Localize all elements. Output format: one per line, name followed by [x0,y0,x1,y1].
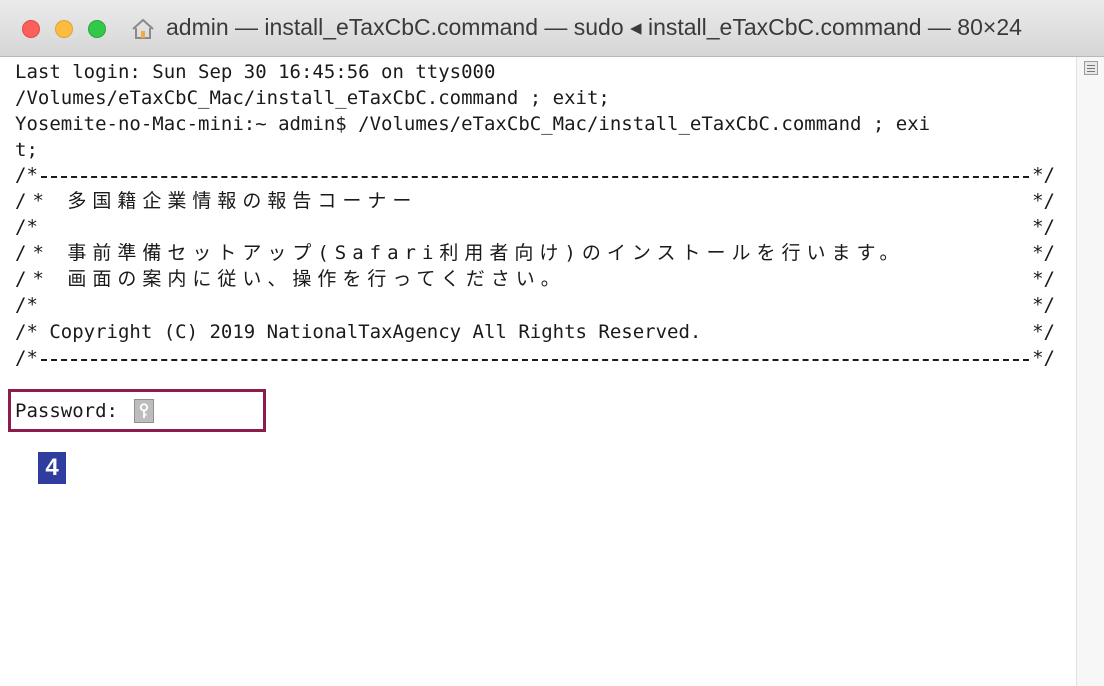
vertical-scrollbar[interactable] [1076,57,1104,686]
banner-rule-end: */ [1032,164,1055,186]
banner-rule-start: /* [15,347,38,369]
banner-line-end: */ [1032,190,1055,212]
banner-bottom-rule: /* */ [15,346,1055,370]
zoom-button[interactable] [88,20,106,38]
terminal-line: Last login: Sun Sep 30 16:45:56 on ttys0… [15,61,496,83]
banner-line-end: */ [1032,216,1055,238]
title-bar[interactable]: admin — install_eTaxCbC.command — sudo ◂… [0,0,1104,57]
banner-dash-rule [41,359,1029,361]
banner-line-setup: /* 事前準備セットアップ(Safari利用者向け)のインストールを行います。 … [15,241,1055,265]
scroll-lines-icon[interactable] [1084,61,1098,75]
password-prompt: Password: [15,400,118,422]
banner-line-guide: /* 画面の案内に従い、操作を行ってください。 */ [15,267,1055,291]
banner-line-end: */ [1032,321,1055,343]
banner-blank-text: /* [15,216,38,238]
banner-line-end: */ [1032,242,1055,264]
close-button[interactable] [22,20,40,38]
terminal-line: /Volumes/eTaxCbC_Mac/install_eTaxCbC.com… [15,87,610,109]
window-title: admin — install_eTaxCbC.command — sudo ◂… [166,14,1022,40]
banner-line-end: */ [1032,268,1055,290]
banner-guide-text: /* 画面の案内に従い、操作を行ってください。 [15,268,566,290]
terminal-window: admin — install_eTaxCbC.command — sudo ◂… [0,0,1104,686]
banner-rule-end: */ [1032,347,1055,369]
banner-copyright-text: /* Copyright (C) 2019 NationalTaxAgency … [15,321,702,343]
banner-line-blank: /* */ [15,215,1055,239]
minimize-button[interactable] [55,20,73,38]
key-icon[interactable] [134,399,154,423]
banner-line-copyright: /* Copyright (C) 2019 NationalTaxAgency … [15,320,1055,344]
banner-blank-text: /* [15,294,38,316]
banner-line-blank: /* */ [15,293,1055,317]
terminal-content[interactable] [0,57,1076,686]
step-number-badge: 4 [38,452,66,484]
banner-top-rule: /* */ [15,163,1055,187]
banner-line-title: /* 多国籍企業情報の報告コーナー */ [15,189,1055,213]
home-icon [132,18,154,39]
banner-title-text: /* 多国籍企業情報の報告コーナー [15,190,418,212]
banner-rule-start: /* [15,164,38,186]
banner-line-end: */ [1032,294,1055,316]
banner-dash-rule [41,176,1029,178]
terminal-line: t; [15,139,38,161]
banner-setup-text: /* 事前準備セットアップ(Safari利用者向け)のインストールを行います。 [15,242,905,264]
terminal-line: Yosemite-no-Mac-mini:~ admin$ /Volumes/e… [15,113,931,135]
